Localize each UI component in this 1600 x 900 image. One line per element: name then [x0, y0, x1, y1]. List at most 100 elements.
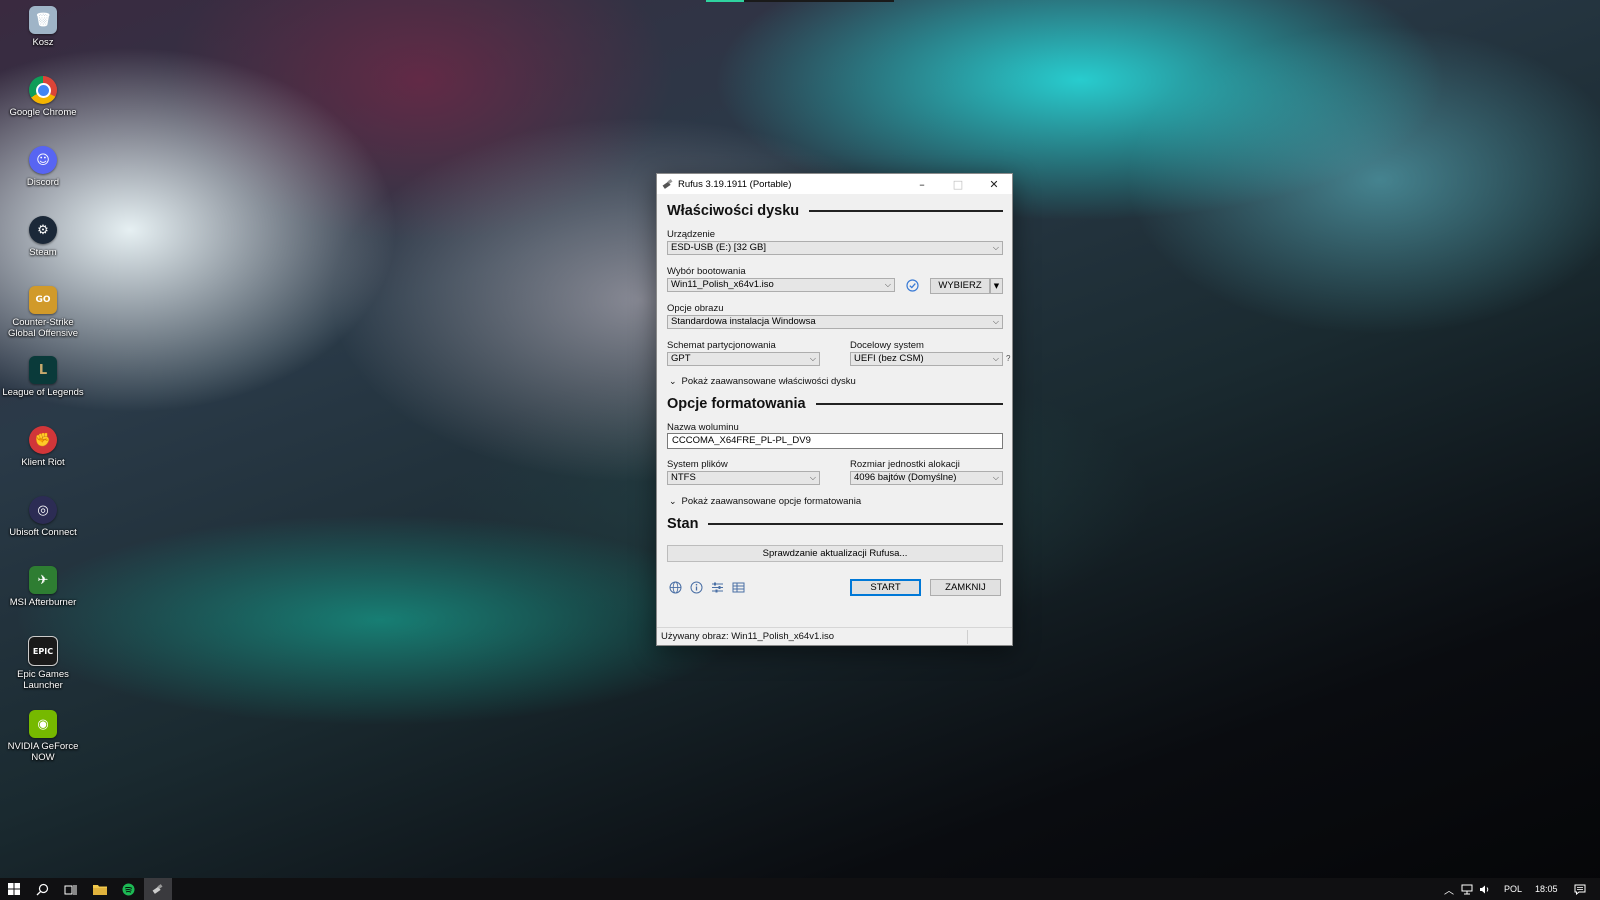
desktop-icon-chrome[interactable]: Google Chrome	[0, 76, 86, 118]
file-system-value: NTFS	[671, 472, 696, 483]
desktop-icon-league[interactable]: L League of Legends	[0, 356, 86, 398]
partition-scheme-label: Schemat partycjonowania	[667, 340, 776, 351]
folder-icon	[93, 885, 107, 895]
top-accent-line	[706, 0, 744, 2]
chevron-down-icon: ⌵	[992, 243, 999, 252]
status-bar-text: Używany obraz: Win11_Polish_x64v1.iso	[661, 631, 835, 642]
target-system-value: UEFI (bez CSM)	[854, 353, 924, 364]
image-option-select[interactable]: Standardowa instalacja Windowsa ⌵	[667, 315, 1003, 329]
ubisoft-icon: ◎	[29, 496, 57, 524]
usb-drive-icon	[152, 884, 163, 894]
help-mark[interactable]: ?	[1006, 354, 1010, 363]
desktop-icon-label: Google Chrome	[9, 107, 77, 118]
start-button[interactable]: START	[850, 579, 921, 596]
device-value: ESD-USB (E:) [32 GB]	[671, 242, 767, 253]
window-titlebar[interactable]: Rufus 3.19.1911 (Portable) – □ ✕	[657, 174, 1012, 194]
epic-icon: EPIC	[28, 636, 58, 666]
desktop-icon-riot[interactable]: ✊ Klient Riot	[0, 426, 86, 468]
cluster-size-label: Rozmiar jednostki alokacji	[850, 459, 960, 470]
desktop-icon-afterburner[interactable]: ✈ MSI Afterburner	[0, 566, 86, 608]
taskbar: ︿ POL 18:05	[0, 878, 1600, 900]
close-button[interactable]: ZAMKNIJ	[930, 579, 1001, 596]
spotify-icon	[122, 883, 134, 895]
advanced-format-toggle[interactable]: ⌄ Pokaż zaawansowane opcje formatowania	[669, 496, 861, 507]
cluster-size-value: 4096 bajtów (Domyślne)	[854, 472, 957, 483]
section-title: Właściwości dysku	[667, 203, 800, 219]
start-button-windows[interactable]	[0, 878, 28, 900]
taskbar-search-button[interactable]	[28, 878, 56, 900]
drive-properties-heading: Właściwości dysku	[667, 203, 1003, 219]
advanced-drive-toggle-label: Pokaż zaawansowane właściwości dysku	[681, 376, 856, 387]
caret-down-icon: ▼	[993, 282, 1000, 290]
tray-volume[interactable]	[1476, 878, 1494, 900]
taskbar-rufus[interactable]	[144, 878, 172, 900]
taskbar-spotify[interactable]	[114, 878, 142, 900]
usb-drive-icon	[662, 179, 673, 189]
section-title: Stan	[667, 516, 699, 532]
file-system-select[interactable]: NTFS ⌵	[667, 471, 820, 485]
nvidia-icon: ◉	[29, 710, 57, 738]
chevron-down-icon: ⌵	[992, 354, 999, 363]
status-bar: Używany obraz: Win11_Polish_x64v1.iso	[657, 627, 1012, 645]
log-table-icon[interactable]	[731, 580, 745, 594]
window-controls: – □ ✕	[904, 174, 1012, 194]
chevron-down-icon: ⌵	[992, 317, 999, 326]
task-view-icon	[64, 884, 76, 895]
verify-checksum-icon[interactable]	[906, 279, 919, 292]
file-system-label: System plików	[667, 459, 728, 470]
desktop-icon-label: Steam	[29, 247, 57, 258]
taskbar-file-explorer[interactable]	[86, 878, 114, 900]
desktop-icon-epic[interactable]: EPIC Epic Games Launcher	[0, 636, 86, 691]
desktop-icon-label: Counter-Strike Global Offensive	[7, 317, 79, 339]
windows-logo-icon	[8, 883, 20, 895]
device-select[interactable]: ESD-USB (E:) [32 GB] ⌵	[667, 241, 1003, 255]
riot-icon: ✊	[29, 426, 57, 454]
chevron-down-icon: ⌵	[884, 280, 891, 289]
language-globe-icon[interactable]	[668, 580, 682, 594]
cluster-size-select[interactable]: 4096 bajtów (Domyślne) ⌵	[850, 471, 1003, 485]
desktop-icon-csgo[interactable]: GO Counter-Strike Global Offensive	[0, 286, 86, 339]
tray-overflow-button[interactable]: ︿	[1440, 878, 1458, 900]
task-view-button[interactable]	[56, 878, 84, 900]
status-heading: Stan	[667, 516, 1003, 532]
window-title: Rufus 3.19.1911 (Portable)	[678, 178, 792, 190]
section-divider	[809, 210, 1003, 212]
desktop-icon-label: Epic Games Launcher	[17, 669, 69, 691]
desktop-icon-nvidia[interactable]: ◉ NVIDIA GeForce NOW	[0, 710, 86, 763]
chevron-down-icon: ⌵	[809, 354, 816, 363]
advanced-drive-toggle[interactable]: ⌄ Pokaż zaawansowane właściwości dysku	[669, 376, 856, 387]
minimize-button[interactable]: –	[904, 174, 940, 194]
section-divider	[708, 523, 1003, 525]
partition-scheme-value: GPT	[671, 353, 691, 364]
select-image-button[interactable]: WYBIERZ	[930, 278, 990, 294]
desktop-icon-recycle-bin[interactable]: 🗑 Kosz	[0, 6, 86, 48]
desktop-icon-label: NVIDIA GeForce NOW	[7, 741, 79, 763]
desktop-icon-discord[interactable]: ☺ Discord	[0, 146, 86, 188]
chevron-down-icon: ⌄	[669, 496, 677, 507]
desktop-icon-ubisoft[interactable]: ◎ Ubisoft Connect	[0, 496, 86, 538]
device-label: Urządzenie	[667, 229, 716, 240]
notification-icon	[1574, 884, 1586, 895]
volume-label-input[interactable]: CCCOMA_X64FRE_PL-PL_DV9	[667, 433, 1003, 449]
csgo-icon: GO	[29, 286, 57, 314]
settings-sliders-icon[interactable]	[710, 580, 724, 594]
desktop-icon-label: Ubisoft Connect	[9, 527, 77, 538]
info-icon[interactable]	[689, 580, 703, 594]
boot-selection-select[interactable]: Win11_Polish_x64v1.iso ⌵	[667, 278, 895, 292]
maximize-button[interactable]: □	[940, 174, 976, 194]
select-image-dropdown[interactable]: ▼	[990, 278, 1003, 294]
recycle-bin-icon: 🗑	[29, 6, 57, 34]
partition-scheme-select[interactable]: GPT ⌵	[667, 352, 820, 366]
image-option-value: Standardowa instalacja Windowsa	[671, 316, 816, 327]
clock[interactable]: 18:05	[1535, 878, 1558, 900]
language-indicator[interactable]: POL	[1504, 878, 1522, 900]
status-bar-separator	[967, 630, 968, 644]
chevron-down-icon: ⌵	[992, 473, 999, 482]
desktop-icon-steam[interactable]: ⚙ Steam	[0, 216, 86, 258]
tray-network[interactable]	[1458, 878, 1476, 900]
desktop-icon-label: Kosz	[32, 37, 54, 48]
action-center-button[interactable]	[1568, 878, 1592, 900]
target-system-select[interactable]: UEFI (bez CSM) ⌵	[850, 352, 1003, 366]
format-options-heading: Opcje formatowania	[667, 396, 1003, 412]
close-window-button[interactable]: ✕	[976, 174, 1012, 194]
